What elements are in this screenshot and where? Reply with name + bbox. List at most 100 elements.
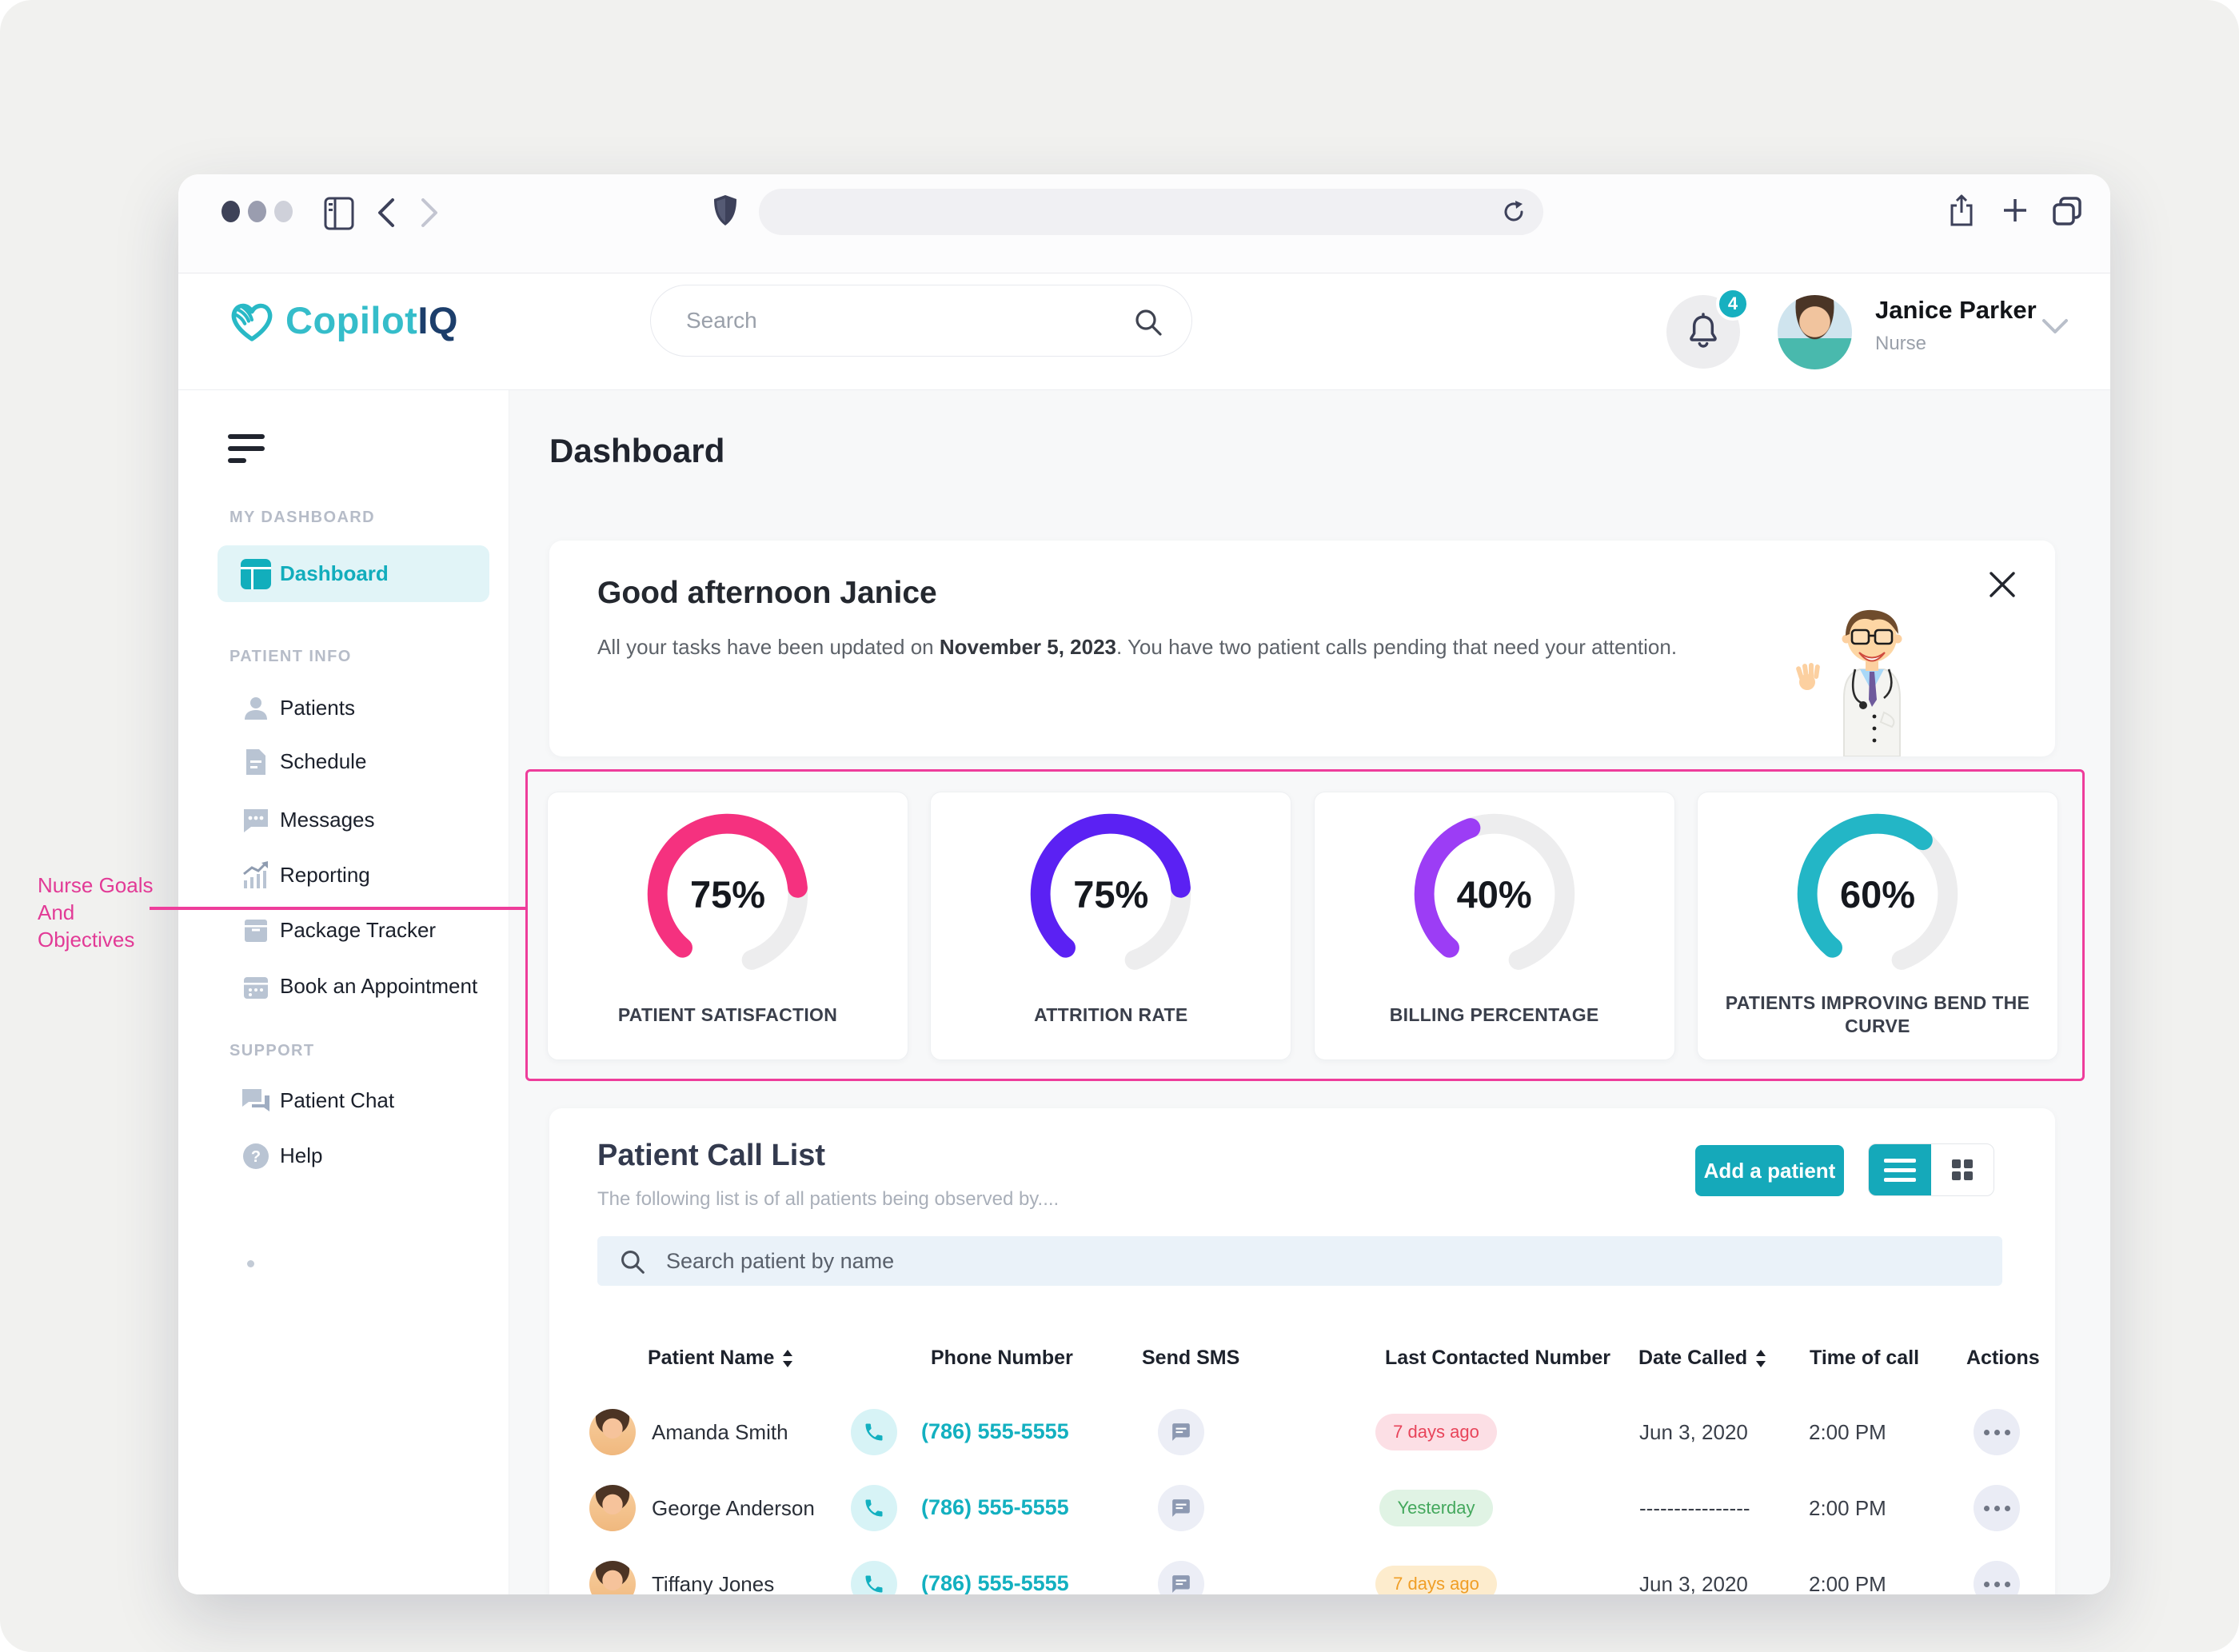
window-zoom-dot[interactable] — [274, 201, 293, 222]
call-list-subtitle: The following list is of all patients be… — [597, 1188, 1059, 1211]
schedule-icon — [240, 746, 272, 778]
phone-icon — [863, 1421, 885, 1443]
table-row: George Anderson (786) 555-5555 Yesterday… — [549, 1470, 2055, 1546]
main-content: Dashboard Good afternoon Janice All your… — [509, 390, 2110, 1594]
heart-logo-icon — [226, 294, 277, 345]
sidebar-item-book-appointment[interactable]: Book an Appointment — [178, 959, 509, 1014]
user-avatar[interactable] — [1778, 295, 1852, 369]
sidebar-section-patient-info: PATIENT INFO — [229, 648, 352, 666]
patient-avatar — [589, 1561, 636, 1594]
stat-card-patients-improving: 60% PATIENTS IMPROVING BEND THE CURVE — [1697, 792, 2058, 1060]
grid-view-button[interactable] — [1931, 1144, 1994, 1195]
sort-icon[interactable] — [782, 1349, 793, 1368]
address-bar[interactable] — [759, 189, 1543, 235]
column-patient-name[interactable]: Patient Name — [648, 1347, 793, 1370]
greeting-body-suffix: . You have two patient calls pending tha… — [1116, 635, 1677, 659]
list-view-button[interactable] — [1869, 1144, 1931, 1195]
sort-icon[interactable] — [1755, 1349, 1766, 1368]
user-name: Janice Parker — [1875, 296, 2037, 325]
messages-icon — [240, 804, 272, 836]
reload-icon[interactable] — [1502, 200, 1526, 224]
sidebar-item-label: Book an Appointment — [280, 974, 477, 999]
window-minimize-dot[interactable] — [248, 201, 266, 222]
last-contacted-badge: Yesterday — [1379, 1490, 1492, 1526]
search-icon[interactable] — [1134, 308, 1163, 337]
doctor-illustration — [1794, 593, 1929, 756]
patient-name: George Anderson — [652, 1496, 815, 1521]
new-tab-icon[interactable] — [2002, 197, 2029, 224]
sidebar-item-label: Patient Chat — [280, 1088, 394, 1113]
gauge-value: 75% — [1027, 810, 1195, 978]
global-search-input[interactable] — [686, 285, 1118, 356]
time-of-call: 2:00 PM — [1809, 1572, 1886, 1594]
sidebar: MY DASHBOARD Dashboard PATIENT INFO Pati… — [178, 390, 509, 1594]
menu-icon[interactable] — [228, 434, 266, 470]
row-actions-button[interactable] — [1974, 1409, 2020, 1455]
copilotiq-logo[interactable]: CopilotIQ — [226, 294, 458, 345]
stat-label: ATTRITION RATE — [950, 981, 1271, 1048]
sidebar-item-label: Messages — [280, 808, 375, 832]
chevron-down-icon[interactable] — [2041, 318, 2069, 336]
sidebar-item-package-tracker[interactable]: Package Tracker — [178, 903, 509, 958]
stat-card-patient-satisfaction: 75% PATIENT SATISFACTION — [547, 792, 908, 1060]
share-icon[interactable] — [1950, 194, 1974, 227]
sidebar-item-dashboard[interactable]: Dashboard — [218, 545, 489, 602]
sidebar-item-patients[interactable]: Patients — [178, 680, 509, 736]
patient-name: Tiffany Jones — [652, 1572, 774, 1594]
sidebar-section-support: SUPPORT — [229, 1042, 314, 1060]
notifications-button[interactable]: 4 — [1666, 295, 1740, 369]
patient-phone[interactable]: (786) 555-5555 — [921, 1495, 1069, 1520]
page-title: Dashboard — [549, 432, 724, 470]
global-search — [650, 285, 1192, 357]
sidebar-item-patient-chat[interactable]: Patient Chat — [178, 1073, 509, 1128]
sms-icon — [1171, 1574, 1191, 1594]
gauge-value: 75% — [644, 810, 812, 978]
close-icon[interactable] — [1985, 568, 2020, 603]
patient-avatar — [589, 1409, 636, 1455]
row-actions-button[interactable] — [1974, 1485, 2020, 1531]
sidebar-item-reporting[interactable]: Reporting — [178, 848, 509, 903]
send-sms-button[interactable] — [1158, 1409, 1204, 1455]
send-sms-button[interactable] — [1158, 1485, 1204, 1531]
annotation-line-2: And — [38, 899, 222, 926]
row-actions-button[interactable] — [1974, 1561, 2020, 1594]
patient-phone[interactable]: (786) 555-5555 — [921, 1419, 1069, 1444]
help-icon: ? — [240, 1140, 272, 1172]
stats-row: 75% PATIENT SATISFACTION 75% ATTRITION R… — [547, 792, 2058, 1060]
stat-card-attrition-rate: 75% ATTRITION RATE — [930, 792, 1291, 1060]
date-called: ---------------- — [1639, 1496, 1750, 1521]
sidebar-item-label: Schedule — [280, 749, 366, 774]
patient-avatar — [589, 1485, 636, 1531]
browser-chrome — [178, 174, 2110, 273]
window-close-dot[interactable] — [222, 201, 240, 222]
notification-count-badge: 4 — [1716, 287, 1750, 321]
call-phone-button[interactable] — [851, 1561, 897, 1594]
annotation-line-1: Nurse Goals — [38, 872, 222, 899]
stat-label: BILLING PERCENTAGE — [1334, 981, 1655, 1048]
send-sms-button[interactable] — [1158, 1561, 1204, 1594]
sidebar-item-label: Dashboard — [280, 561, 389, 586]
sidebar-item-messages[interactable]: Messages — [178, 792, 509, 848]
tabs-overview-icon[interactable] — [2051, 195, 2083, 227]
annotation-line-3: Objectives — [38, 926, 222, 953]
call-phone-button[interactable] — [851, 1485, 897, 1531]
call-phone-button[interactable] — [851, 1409, 897, 1455]
patient-call-list-card: Patient Call List The following list is … — [549, 1108, 2055, 1594]
greeting-card: Good afternoon Janice All your tasks hav… — [549, 541, 2055, 756]
back-icon[interactable] — [377, 197, 396, 229]
gauge-chart: 75% — [1027, 810, 1195, 978]
stat-label: PATIENTS IMPROVING BEND THE CURVE — [1717, 981, 2038, 1048]
shield-icon[interactable] — [712, 194, 738, 227]
sidebar-item-schedule[interactable]: Schedule — [178, 734, 509, 789]
sidebar-toggle-icon[interactable] — [324, 197, 354, 230]
forward-icon[interactable] — [420, 197, 439, 229]
sidebar-item-help[interactable]: ? Help — [178, 1128, 509, 1183]
gauge-chart: 75% — [644, 810, 812, 978]
gauge-chart: 60% — [1794, 810, 1962, 978]
column-date-called[interactable]: Date Called — [1638, 1347, 1766, 1370]
gauge-value: 60% — [1794, 810, 1962, 978]
patient-phone[interactable]: (786) 555-5555 — [921, 1571, 1069, 1594]
patient-search-input[interactable] — [666, 1236, 1946, 1286]
add-patient-button[interactable]: Add a patient — [1695, 1145, 1844, 1196]
user-info[interactable]: Janice Parker Nurse — [1875, 296, 2037, 355]
